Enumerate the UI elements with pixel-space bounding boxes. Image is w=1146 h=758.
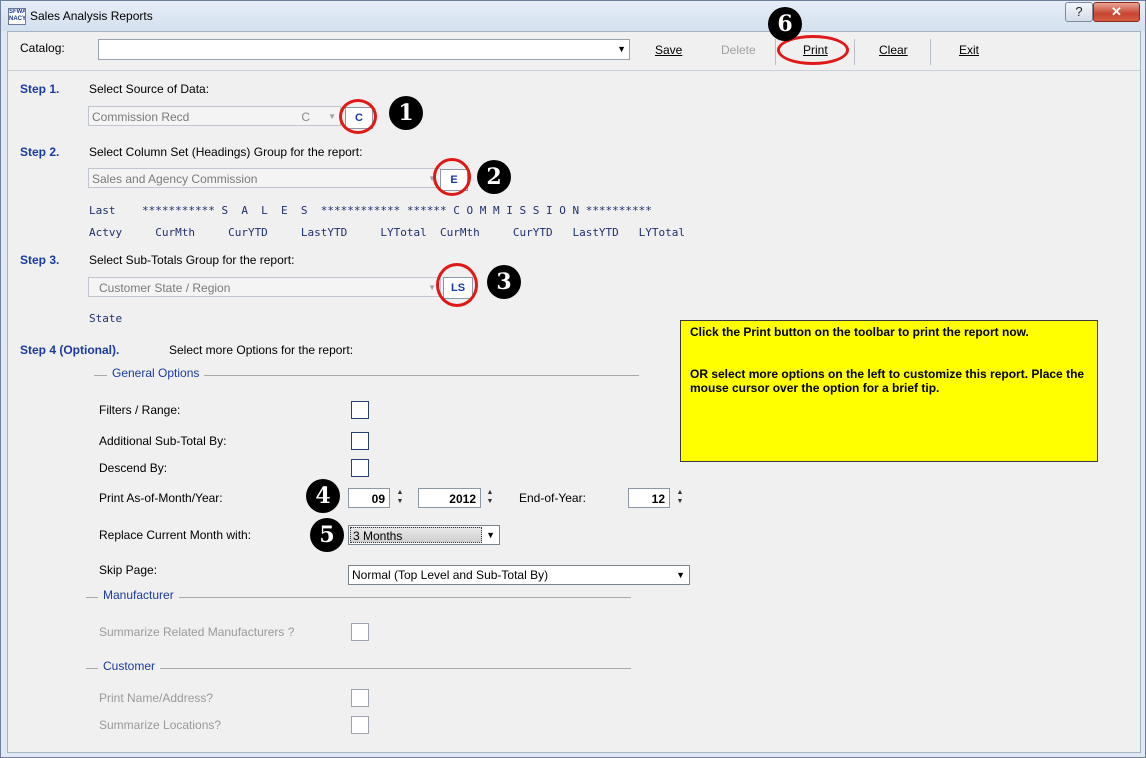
step2-highlight-ring <box>433 158 471 196</box>
toolbar-separator <box>854 39 855 65</box>
annotation-badge-3: 3 <box>487 265 521 299</box>
end-of-year-label: End-of-Year: <box>519 491 586 505</box>
sales-analysis-window: SFWA NACY Sales Analysis Reports ? ✕ Cat… <box>0 0 1146 758</box>
step1-highlight-ring <box>339 99 377 134</box>
end-of-year-field[interactable]: 12 <box>628 488 670 508</box>
end-of-year-spinner[interactable]: ▲ ▼ <box>675 488 685 508</box>
step1-label: Step 1. <box>20 82 60 96</box>
skip-page-label: Skip Page: <box>99 563 158 577</box>
tip-line2: OR select more options on the left to cu… <box>690 367 1085 395</box>
replace-month-select[interactable]: 3 Months ▼ <box>348 525 500 545</box>
column-heading-line2: Actvy CurMth CurYTD LastYTD LYTotal CurM… <box>89 226 686 239</box>
summarize-locations-label: Summarize Locations? <box>99 718 222 732</box>
chevron-down-icon: ▼ <box>428 283 436 292</box>
help-button[interactable]: ? <box>1065 2 1093 22</box>
app-logo-icon: SFWA NACY <box>8 8 26 25</box>
summarize-locations-checkbox[interactable] <box>351 716 369 734</box>
replace-month-label: Replace Current Month with: <box>99 528 252 542</box>
data-source-code: C <box>301 110 310 124</box>
column-set-value: Sales and Agency Commission <box>92 172 258 186</box>
chevron-down-icon: ▼ <box>328 112 336 121</box>
chevron-down-icon: ▼ <box>486 530 495 540</box>
step2-label: Step 2. <box>20 145 60 159</box>
client-area: Catalog: ▼ Save Delete Print Clear Exit … <box>7 31 1141 753</box>
year-field[interactable]: 2012 <box>418 488 481 508</box>
title-bar[interactable]: SFWA NACY Sales Analysis Reports ? ✕ <box>1 1 1145 31</box>
customer-title: Customer <box>98 659 161 673</box>
annotation-badge-4: 4 <box>306 479 340 513</box>
print-name-address-label: Print Name/Address? <box>99 691 214 705</box>
step2-prompt: Select Column Set (Headings) Group for t… <box>89 145 363 159</box>
data-source-select[interactable]: Commission Recd C ▼ <box>88 106 341 126</box>
descend-checkbox[interactable] <box>351 459 369 477</box>
print-name-address-checkbox[interactable] <box>351 689 369 707</box>
filters-label: Filters / Range: <box>99 403 181 417</box>
delete-button[interactable]: Delete <box>721 43 756 57</box>
step3-highlight-ring <box>436 263 478 307</box>
additional-subtotal-label: Additional Sub-Total By: <box>99 434 227 448</box>
print-asof-label: Print As-of-Month/Year: <box>99 491 223 505</box>
column-heading-line1: Last *********** S A L E S ************ … <box>89 204 652 217</box>
chevron-down-icon[interactable]: ▼ <box>617 44 626 54</box>
subtotal-heading: State <box>89 312 123 325</box>
general-options-title: General Options <box>107 366 205 380</box>
skip-page-select[interactable]: Normal (Top Level and Sub-Total By) ▼ <box>348 565 690 585</box>
toolbar: Catalog: ▼ Save Delete Print Clear Exit <box>8 32 1140 71</box>
toolbar-separator <box>930 39 931 65</box>
filters-checkbox[interactable] <box>351 401 369 419</box>
subtotals-select[interactable]: Customer State / Region ▼ <box>88 277 441 297</box>
additional-subtotal-checkbox[interactable] <box>351 432 369 450</box>
tip-panel: Click the Print button on the toolbar to… <box>680 320 1098 462</box>
step1-prompt: Select Source of Data: <box>89 82 210 96</box>
month-field[interactable]: 09 <box>348 488 390 508</box>
step4-label: Step 4 (Optional). <box>20 343 120 357</box>
year-spinner[interactable]: ▲ ▼ <box>485 488 495 508</box>
replace-month-value: 3 Months <box>350 527 482 543</box>
step3-label: Step 3. <box>20 253 60 267</box>
toolbar-separator <box>775 39 776 65</box>
annotation-badge-6: 6 <box>768 7 802 41</box>
column-set-select[interactable]: Sales and Agency Commission ▼ <box>88 168 441 188</box>
annotation-badge-2: 2 <box>477 160 511 194</box>
close-button[interactable]: ✕ <box>1093 2 1140 22</box>
subtotals-value: Customer State / Region <box>99 281 231 295</box>
step4-prompt: Select more Options for the report: <box>169 343 354 357</box>
month-spinner[interactable]: ▲ ▼ <box>395 488 405 508</box>
clear-button[interactable]: Clear <box>879 43 908 57</box>
summarize-manufacturers-checkbox[interactable] <box>351 623 369 641</box>
catalog-select[interactable]: ▼ <box>98 39 630 60</box>
tip-line1: Click the Print button on the toolbar to… <box>690 325 1029 339</box>
exit-button[interactable]: Exit <box>959 43 979 57</box>
annotation-badge-5: 5 <box>310 518 344 552</box>
descend-label: Descend By: <box>99 461 168 475</box>
chevron-down-icon: ▼ <box>676 570 685 580</box>
summarize-manufacturers-label: Summarize Related Manufacturers ? <box>99 625 295 639</box>
step3-prompt: Select Sub-Totals Group for the report: <box>89 253 295 267</box>
skip-page-value: Normal (Top Level and Sub-Total By) <box>352 568 549 582</box>
window-title: Sales Analysis Reports <box>30 9 153 23</box>
annotation-badge-1: 1 <box>389 96 423 130</box>
catalog-label: Catalog: <box>20 41 65 55</box>
customer-divider <box>86 668 631 669</box>
data-source-value: Commission Recd <box>92 110 190 124</box>
manufacturer-title: Manufacturer <box>98 588 179 602</box>
save-button[interactable]: Save <box>655 43 682 57</box>
